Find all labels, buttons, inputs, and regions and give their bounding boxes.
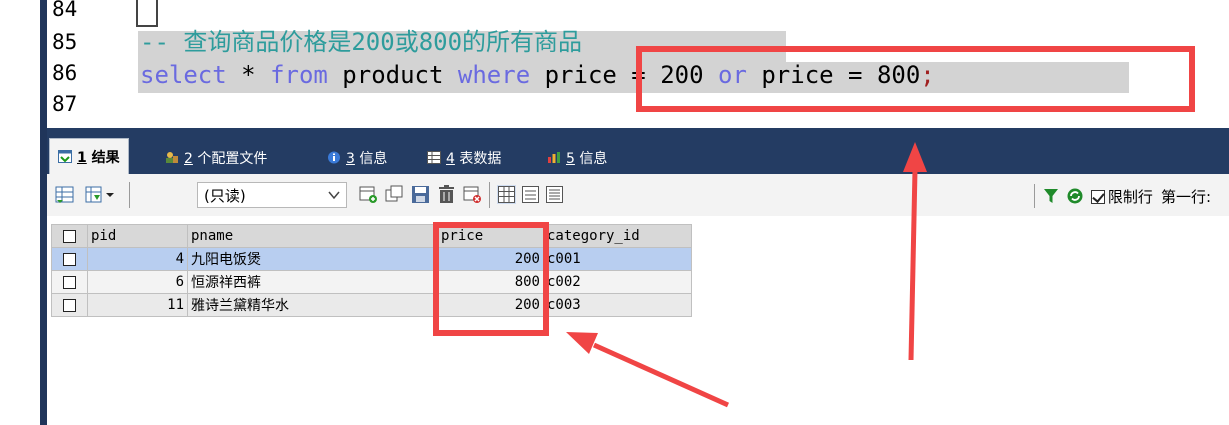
cell-category-id[interactable]: c002: [543, 270, 692, 294]
toolbar-separator: [1033, 184, 1035, 208]
tab-info[interactable]: 3 信息: [319, 141, 395, 174]
tab-number: 5: [566, 150, 575, 167]
table-header-row: pid pname price category_id: [51, 224, 692, 248]
annotation-highlight-box-price: [433, 222, 549, 336]
text-cursor: [136, 0, 158, 27]
cell-pname[interactable]: 恒源祥西裤: [187, 270, 438, 294]
mode-select[interactable]: (只读): [197, 182, 347, 208]
tab-label: 个配置文件: [197, 150, 268, 167]
form-view-icon[interactable]: [521, 185, 540, 204]
cell-pname[interactable]: 雅诗兰黛精华水: [187, 293, 438, 317]
keyword-where: where: [457, 61, 531, 89]
result-grid-icon: [58, 150, 72, 163]
export-grid-icon[interactable]: [55, 185, 74, 204]
cell-pname[interactable]: 九阳电饭煲: [187, 247, 438, 271]
result-grid-area: pid pname price category_id 4 九阳电饭煲 200 …: [47, 216, 1229, 425]
line-number: 87: [52, 92, 78, 116]
duplicate-row-icon[interactable]: [385, 185, 404, 204]
tab-label: 信息: [359, 150, 388, 167]
cell-pid[interactable]: 4: [87, 247, 188, 271]
table-data-icon: [427, 151, 441, 164]
cell-category-id[interactable]: c003: [543, 293, 692, 317]
line-number: 85: [52, 30, 78, 54]
chevron-down-icon[interactable]: [105, 185, 115, 204]
profile-icon: [166, 152, 178, 163]
row-checkbox[interactable]: [51, 270, 88, 294]
checkbox-icon: [63, 275, 76, 289]
row-checkbox[interactable]: [51, 293, 88, 317]
add-row-icon[interactable]: [359, 185, 378, 204]
tab-number: 2: [184, 150, 193, 167]
cell-pid[interactable]: 11: [87, 293, 188, 317]
result-toolbar: (只读) 限制行 第一行:: [47, 174, 1229, 216]
first-row-label: 第一行:: [1160, 187, 1211, 206]
tab-label: 信息: [579, 150, 608, 167]
sql-star: *: [226, 61, 271, 89]
info-chart-icon: [548, 152, 560, 163]
tab-number: 4: [446, 150, 455, 167]
left-panel-border: [40, 0, 47, 425]
mode-select-value: (只读): [204, 186, 246, 205]
sql-editor[interactable]: 84 85 86 87 -- 查询商品价格是200或800的所有商品 selec…: [0, 0, 1229, 128]
row-checkbox[interactable]: [51, 247, 88, 271]
save-icon[interactable]: [411, 185, 430, 204]
tab-label: 结果: [91, 149, 120, 166]
filter-icon[interactable]: [1043, 188, 1059, 205]
column-header-pid[interactable]: pid: [87, 224, 188, 248]
info-icon: [328, 151, 340, 164]
checkbox-icon: [63, 229, 76, 243]
tab-label: 表数据: [459, 150, 502, 167]
delete-icon[interactable]: [437, 185, 456, 204]
toolbar-separator: [489, 182, 490, 208]
annotation-highlight-box-where: [636, 46, 1195, 112]
refresh-icon[interactable]: [1067, 188, 1083, 204]
line-number: 86: [52, 61, 78, 85]
chevron-down-icon: [328, 191, 340, 200]
table-row[interactable]: 6 恒源祥西裤 800 c002: [51, 270, 692, 294]
limit-rows-checkbox[interactable]: 限制行: [1090, 186, 1153, 207]
table-row[interactable]: 4 九阳电饭煲 200 c001: [51, 247, 692, 271]
checkbox-icon: [63, 298, 76, 312]
result-table: pid pname price category_id 4 九阳电饭煲 200 …: [51, 224, 692, 317]
text-view-icon[interactable]: [545, 185, 564, 204]
tab-number: 1: [77, 149, 87, 166]
filter-area: 限制行 第一行:: [1033, 184, 1211, 208]
checkbox-icon: [63, 252, 76, 266]
table-row[interactable]: 11 雅诗兰黛精华水 200 c003: [51, 293, 692, 317]
tab-profiles[interactable]: 2 个配置文件: [157, 141, 275, 174]
result-tab-bar: 1 结果 2 个配置文件 3 信息 4 表数据 5 信息: [47, 128, 1229, 174]
tab-number: 3: [346, 150, 355, 167]
cancel-edit-icon[interactable]: [463, 185, 482, 204]
import-grid-icon[interactable]: [85, 185, 104, 204]
limit-rows-label: 限制行: [1107, 187, 1153, 206]
column-header-pname[interactable]: pname: [187, 224, 438, 248]
column-header-category-id[interactable]: category_id: [543, 224, 692, 248]
sql-table-name: product: [327, 61, 458, 89]
grid-view-icon[interactable]: [497, 185, 516, 204]
keyword-from: from: [270, 61, 328, 89]
toolbar-separator: [129, 182, 130, 208]
tab-table-data[interactable]: 4 表数据: [419, 141, 509, 174]
tab-info-2[interactable]: 5 信息: [539, 141, 615, 174]
cell-category-id[interactable]: c001: [543, 247, 692, 271]
select-all-header[interactable]: [51, 224, 88, 248]
sql-comment-line[interactable]: -- 查询商品价格是200或800的所有商品: [140, 27, 582, 58]
keyword-select: select: [140, 61, 227, 89]
checkbox-checked-icon: [1090, 189, 1105, 204]
line-number: 84: [52, 0, 78, 21]
cell-pid[interactable]: 6: [87, 270, 188, 294]
tab-result[interactable]: 1 结果: [49, 138, 129, 174]
